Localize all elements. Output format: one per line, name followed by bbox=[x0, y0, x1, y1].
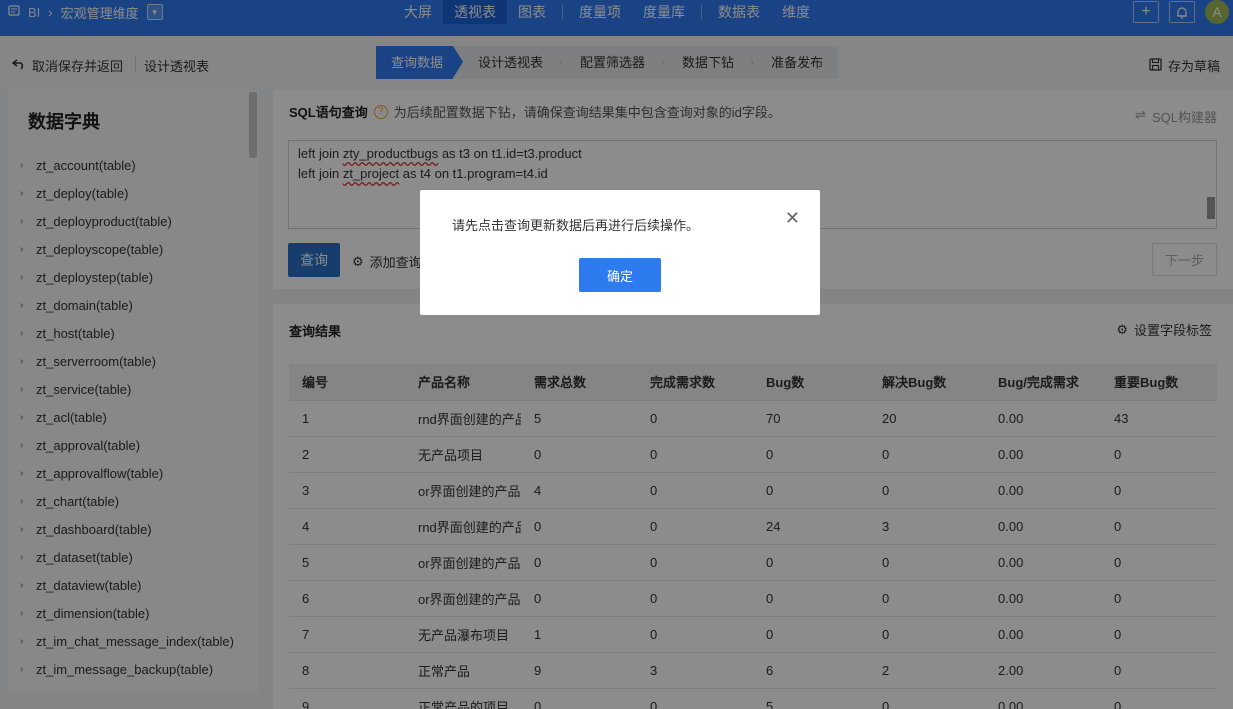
modal-overlay[interactable] bbox=[0, 0, 1233, 709]
close-icon[interactable]: ✕ bbox=[785, 208, 800, 229]
alert-dialog: 请先点击查询更新数据后再进行后续操作。 ✕ 确定 bbox=[420, 190, 820, 315]
dialog-message: 请先点击查询更新数据后再进行后续操作。 bbox=[452, 218, 700, 233]
confirm-button[interactable]: 确定 bbox=[579, 258, 661, 292]
